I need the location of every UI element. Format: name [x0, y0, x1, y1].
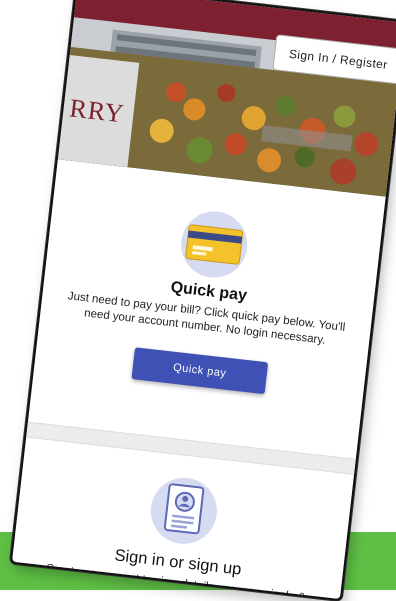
quick-pay-card: Quick pay Just need to pay your bill? Cl…: [28, 159, 386, 459]
sign-in-icon-circle: [147, 474, 221, 548]
phone-screen: RRY Sign In / Register Quick pay Just ne…: [9, 0, 396, 601]
phone-mockup: RRY Sign In / Register Quick pay Just ne…: [9, 0, 396, 601]
account-document-icon: [163, 483, 205, 535]
quick-pay-icon-circle: [177, 207, 251, 282]
quick-pay-button[interactable]: Quick pay: [131, 347, 268, 395]
brand-logo-text: RRY: [68, 93, 127, 129]
credit-card-icon: [185, 224, 244, 265]
